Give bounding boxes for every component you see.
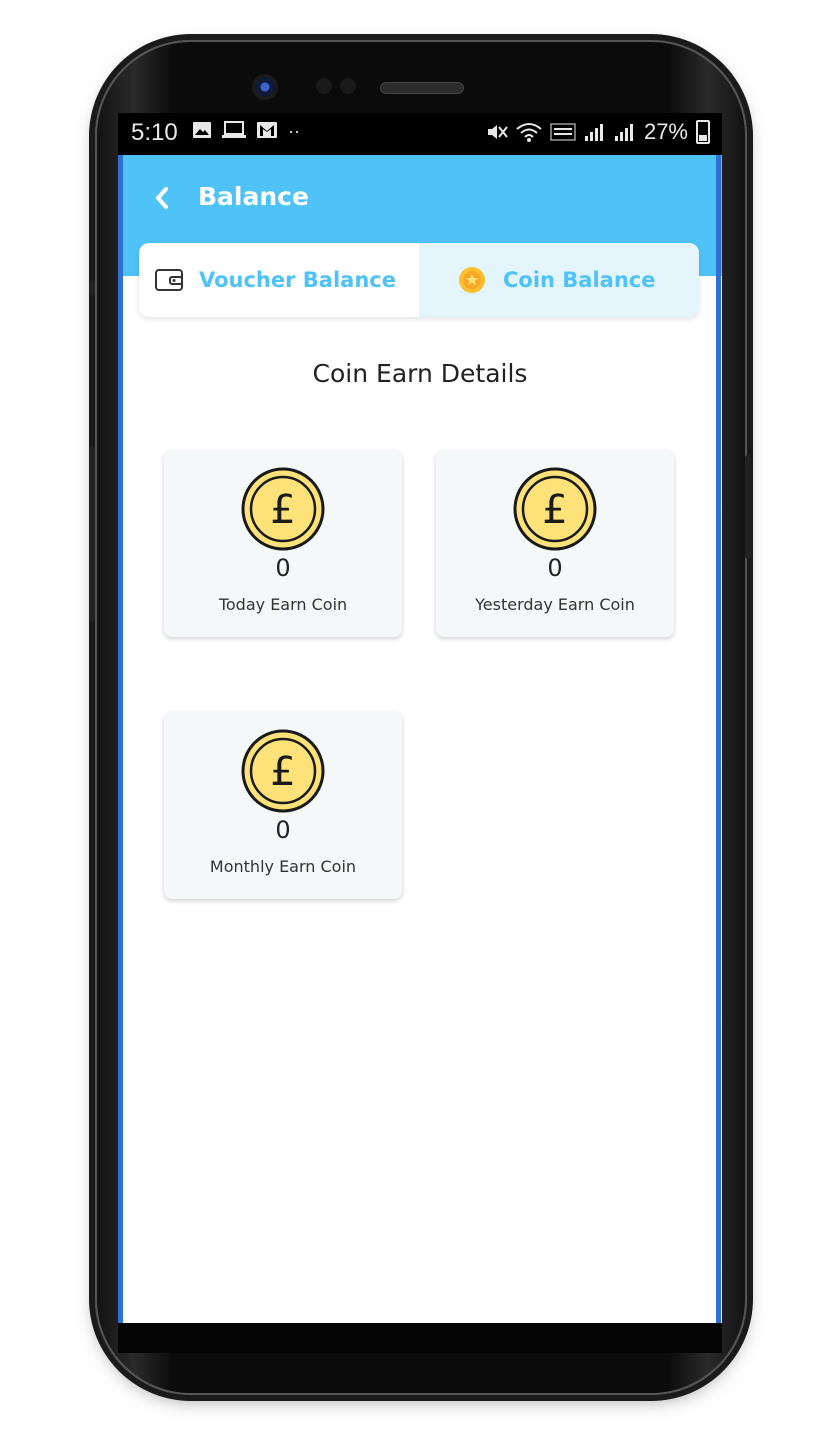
svg-text:£: £	[270, 749, 295, 795]
earpiece-speaker	[380, 82, 464, 94]
earn-value: 0	[275, 816, 291, 844]
notification-icons: ··	[192, 121, 300, 142]
battery-icon	[696, 120, 710, 144]
tab-voucher-balance[interactable]: Voucher Balance	[139, 243, 419, 317]
status-time: 5:10	[131, 119, 178, 146]
wallet-icon	[155, 269, 183, 291]
power-button	[745, 455, 751, 559]
sensor	[340, 78, 356, 94]
battery-percent: 27%	[643, 119, 688, 144]
earn-value: 0	[275, 554, 291, 582]
signal-icon	[584, 124, 603, 141]
coin-icon	[459, 267, 485, 293]
chevron-left-icon[interactable]	[148, 183, 174, 213]
gallery-icon	[193, 122, 211, 138]
earn-label: Today Earn Coin	[218, 595, 348, 614]
front-camera-icon	[252, 74, 278, 100]
today-earn-card: £ 0 Today Earn Coin	[164, 450, 402, 637]
more-notifications-icon: ··	[288, 121, 300, 141]
yesterday-earn-card: £ 0 Yesterday Earn Coin	[436, 450, 674, 637]
earn-value: 0	[547, 554, 563, 582]
bixby-button	[89, 280, 95, 296]
navigation-bar	[118, 1323, 722, 1353]
pound-coin-icon: £	[513, 467, 597, 551]
pound-coin-icon: £	[241, 467, 325, 551]
balance-tabs: Voucher Balance Coin Balance	[139, 243, 699, 317]
mute-icon	[487, 125, 508, 139]
svg-text:£: £	[270, 487, 295, 533]
pound-coin-icon: £	[241, 729, 325, 813]
tab-label: Voucher Balance	[199, 268, 396, 292]
status-bar: 5:10 ·· 27%	[118, 113, 722, 155]
volte-icon	[550, 123, 576, 141]
screen-edge	[118, 155, 123, 1323]
signal-roaming-icon	[614, 124, 633, 141]
volume-button	[89, 446, 95, 622]
screen-edge	[716, 155, 721, 1323]
monthly-earn-card: £ 0 Monthly Earn Coin	[164, 712, 402, 899]
earn-label: Monthly Earn Coin	[209, 857, 357, 876]
wifi-icon	[516, 123, 542, 142]
section-title: Coin Earn Details	[312, 359, 528, 388]
page-title: Balance	[198, 182, 309, 211]
earn-label: Yesterday Earn Coin	[475, 595, 635, 614]
laptop-icon	[222, 121, 246, 138]
system-icons: 27%	[486, 119, 710, 145]
tab-label: Coin Balance	[503, 268, 656, 292]
svg-text:£: £	[542, 487, 567, 533]
sensor	[316, 78, 332, 94]
tab-coin-balance[interactable]: Coin Balance	[419, 243, 699, 317]
screen: 5:10 ·· 27% Balance Voucher Balance Coin	[118, 113, 722, 1353]
gmail-icon	[257, 122, 277, 138]
